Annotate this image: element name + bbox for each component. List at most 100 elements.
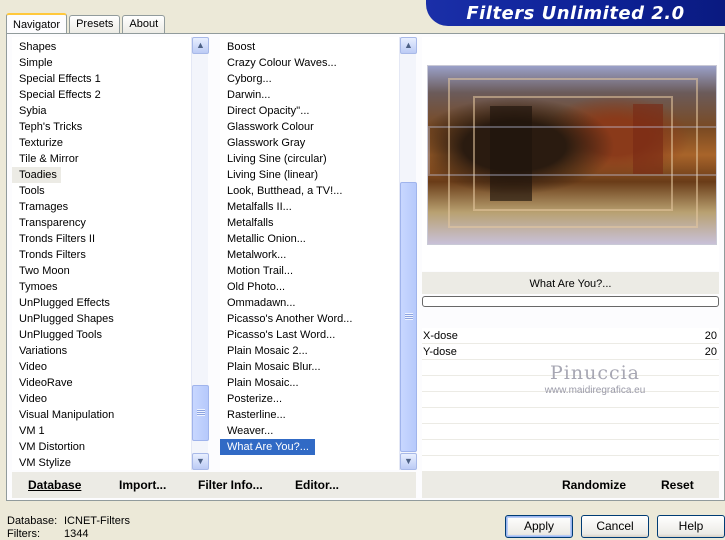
parameter-value[interactable]: 20 — [705, 328, 717, 344]
filter-item[interactable]: Rasterline... — [220, 407, 398, 423]
filter-item[interactable]: Living Sine (linear) — [220, 167, 398, 183]
filter-item[interactable]: Look, Butthead, a TV!... — [220, 183, 398, 199]
filter-item[interactable]: Glasswork Gray — [220, 135, 398, 151]
category-scrollbar[interactable]: ▲ ▼ — [191, 37, 209, 470]
filters-value: 1344 — [64, 528, 89, 540]
parameter-name: X-dose — [423, 330, 458, 342]
category-item[interactable]: VM Stylize — [12, 455, 190, 471]
parameter-row[interactable] — [422, 360, 719, 376]
scroll-up-arrow-icon[interactable]: ▲ — [192, 37, 209, 54]
filter-item[interactable]: Metalfalls — [220, 215, 398, 231]
category-item[interactable]: Special Effects 1 — [12, 71, 190, 87]
filter-item-label: What Are You?... — [220, 439, 315, 455]
filter-item[interactable]: Glasswork Colour — [220, 119, 398, 135]
filter-item[interactable]: Weaver... — [220, 423, 398, 439]
category-item[interactable]: Tronds Filters II — [12, 231, 190, 247]
randomize-button[interactable]: Randomize — [562, 478, 626, 492]
filter-item[interactable]: Darwin... — [220, 87, 398, 103]
category-item[interactable]: UnPlugged Tools — [12, 327, 190, 343]
reset-button[interactable]: Reset — [661, 478, 694, 492]
filter-item[interactable]: Metallic Onion... — [220, 231, 398, 247]
filter-item-label: Metallic Onion... — [227, 233, 306, 245]
filter-item[interactable]: What Are You?... — [220, 439, 398, 455]
filter-item[interactable]: Posterize... — [220, 391, 398, 407]
filter-item[interactable]: Picasso's Another Word... — [220, 311, 398, 327]
category-item[interactable]: Variations — [12, 343, 190, 359]
filter-item[interactable]: Motion Trail... — [220, 263, 398, 279]
category-item[interactable]: Tile & Mirror — [12, 151, 190, 167]
cancel-button[interactable]: Cancel — [581, 515, 649, 538]
parameter-value[interactable]: 20 — [705, 344, 717, 360]
editor-button[interactable]: Editor... — [295, 478, 339, 492]
category-item[interactable]: VM 1 — [12, 423, 190, 439]
parameter-row[interactable]: Y-dose 20 — [422, 344, 719, 360]
parameter-row[interactable] — [422, 408, 719, 424]
tab-navigator[interactable]: Navigator — [6, 13, 68, 34]
filter-item[interactable]: Crazy Colour Waves... — [220, 55, 398, 71]
filter-item-label: Metalfalls II... — [227, 201, 292, 213]
parameter-name: Y-dose — [423, 346, 457, 358]
filter-list[interactable]: Boost Crazy Colour Waves... Cyborg... Darwi… — [220, 37, 417, 470]
category-item[interactable]: Video — [12, 391, 190, 407]
scroll-up-arrow-icon[interactable]: ▲ — [400, 37, 417, 54]
category-item[interactable]: Toadies — [12, 167, 190, 183]
filter-item[interactable]: Old Photo... — [220, 279, 398, 295]
category-item-label: Toadies — [12, 167, 61, 183]
filter-item[interactable]: Cyborg... — [220, 71, 398, 87]
filter-item[interactable]: Ommadawn... — [220, 295, 398, 311]
filter-item[interactable]: Metalfalls II... — [220, 199, 398, 215]
category-item[interactable]: Texturize — [12, 135, 190, 151]
category-item-label: Tile & Mirror — [19, 153, 79, 165]
parameter-row[interactable] — [422, 440, 719, 456]
filter-item[interactable]: Boost — [220, 39, 398, 55]
category-item[interactable]: Sybia — [12, 103, 190, 119]
filter-item[interactable]: Picasso's Last Word... — [220, 327, 398, 343]
category-item[interactable]: VideoRave — [12, 375, 190, 391]
filter-item-label: Look, Butthead, a TV!... — [227, 185, 343, 197]
parameter-row[interactable] — [422, 456, 719, 472]
category-scroll-thumb[interactable] — [192, 385, 209, 441]
filter-item[interactable]: Plain Mosaic 2... — [220, 343, 398, 359]
category-item[interactable]: UnPlugged Shapes — [12, 311, 190, 327]
filter-item[interactable]: Plain Mosaic Blur... — [220, 359, 398, 375]
category-item[interactable]: Shapes — [12, 39, 190, 55]
category-item[interactable]: UnPlugged Effects — [12, 295, 190, 311]
filter-info-button[interactable]: Filter Info... — [198, 478, 263, 492]
scroll-down-arrow-icon[interactable]: ▼ — [192, 453, 209, 470]
preview-image[interactable] — [427, 65, 717, 245]
filter-item[interactable]: Living Sine (circular) — [220, 151, 398, 167]
category-item[interactable]: Special Effects 2 — [12, 87, 190, 103]
category-item[interactable]: Tools — [12, 183, 190, 199]
app-title-banner: Filters Unlimited 2.0 — [426, 0, 725, 26]
parameter-row[interactable] — [422, 392, 719, 408]
filter-scrollbar[interactable]: ▲ ▼ — [399, 37, 417, 470]
category-item[interactable]: Teph's Tricks — [12, 119, 190, 135]
filter-item[interactable]: Plain Mosaic... — [220, 375, 398, 391]
tab-presets[interactable]: Presets — [69, 15, 121, 33]
parameter-row[interactable]: X-dose 20 — [422, 328, 719, 344]
filter-scroll-thumb[interactable] — [400, 182, 417, 452]
help-button[interactable]: Help — [657, 515, 725, 538]
category-item[interactable]: Visual Manipulation — [12, 407, 190, 423]
category-item[interactable]: Tymoes — [12, 279, 190, 295]
parameter-row[interactable] — [422, 376, 719, 392]
filter-item[interactable]: Metalwork... — [220, 247, 398, 263]
category-item[interactable]: VM Distortion — [12, 439, 190, 455]
category-item[interactable]: Simple — [12, 55, 190, 71]
scroll-down-arrow-icon[interactable]: ▼ — [400, 453, 417, 470]
database-button[interactable]: Database — [28, 478, 81, 492]
category-item[interactable]: Video — [12, 359, 190, 375]
tab-about[interactable]: About — [122, 15, 166, 33]
parameter-row[interactable] — [422, 424, 719, 440]
category-item[interactable]: Tronds Filters — [12, 247, 190, 263]
category-item[interactable]: Two Moon — [12, 263, 190, 279]
apply-button[interactable]: Apply — [505, 515, 573, 538]
import-button[interactable]: Import... — [119, 478, 166, 492]
category-list[interactable]: Shapes Simple Special Effects 1 Special Eff… — [12, 37, 209, 471]
category-item-label: Variations — [19, 345, 68, 357]
category-item[interactable]: Transparency — [12, 215, 190, 231]
filter-item[interactable]: Direct Opacity''... — [220, 103, 398, 119]
category-item[interactable]: Tramages — [12, 199, 190, 215]
progress-bar — [422, 296, 719, 307]
filter-item-label: Metalwork... — [227, 249, 287, 261]
